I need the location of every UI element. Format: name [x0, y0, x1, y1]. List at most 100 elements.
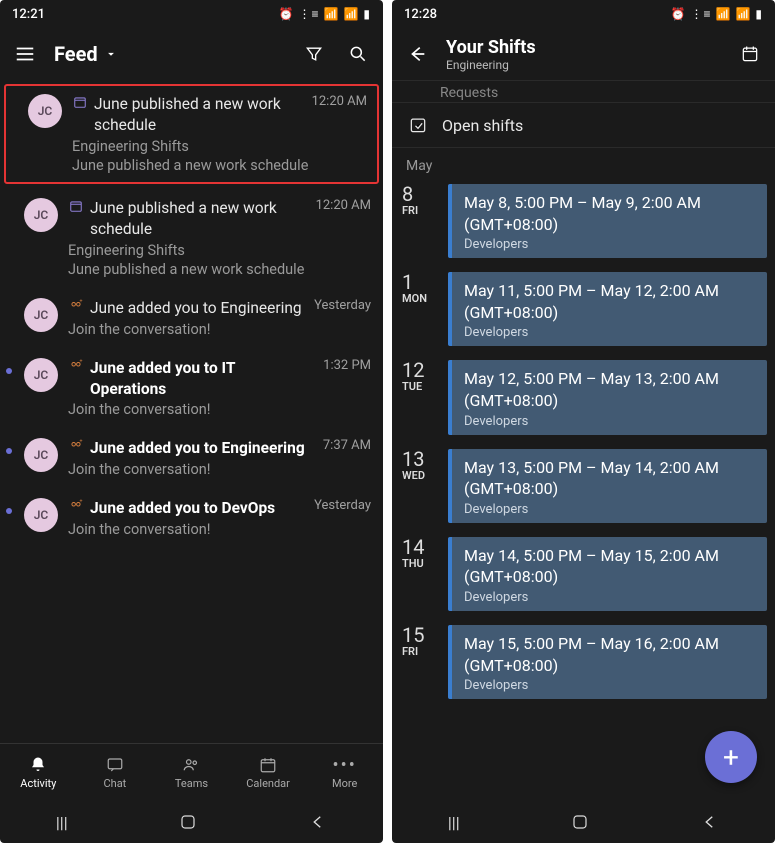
nav-label: Activity [20, 777, 56, 790]
nav-label: Teams [175, 777, 208, 790]
shift-card[interactable]: May 8, 5:00 PM – May 9, 2:00 AM (GMT+08:… [448, 184, 767, 258]
open-shifts-row[interactable]: Open shifts [392, 102, 775, 148]
nav-activity[interactable]: Activity [0, 744, 77, 801]
shift-date: 8FRI [402, 184, 438, 264]
header-title-dropdown[interactable]: Feed [54, 42, 285, 66]
search-button[interactable] [343, 39, 373, 69]
back-button[interactable] [701, 813, 719, 831]
add-shift-fab[interactable]: + [705, 731, 757, 783]
avatar: JC [24, 298, 58, 332]
phone-feed: 12:21 ⏰ ⋮≡ 📶 📶 ▮ Feed J [0, 0, 383, 843]
month-header: May [392, 148, 775, 180]
status-icons: ⏰ ⋮≡ 📶 📶 ▮ [671, 7, 763, 21]
nav-calendar[interactable]: Calendar [230, 744, 307, 801]
home-button[interactable] [179, 813, 197, 831]
feed-time: Yesterday [314, 298, 371, 313]
signal-icon: 📶 [715, 7, 731, 21]
feed-sub: Engineering Shifts [68, 242, 371, 259]
nav-chat[interactable]: Chat [77, 744, 154, 801]
avatar: JC [24, 498, 58, 532]
feed-sub: Join the conversation! [68, 521, 371, 538]
recent-apps-button[interactable]: ||| [448, 813, 460, 832]
shift-row[interactable]: 14THUMay 14, 5:00 PM – May 15, 2:00 AM (… [392, 533, 767, 621]
svg-text:+: + [80, 499, 83, 505]
battery-icon: ▮ [755, 7, 763, 21]
menu-button[interactable] [10, 39, 40, 69]
feed-item[interactable]: JC + June added you to DevOps Yesterday Join… [0, 488, 383, 548]
shift-card[interactable]: May 12, 5:00 PM – May 13, 2:00 AM (GMT+0… [448, 360, 767, 434]
status-bar: 12:28 ⏰ ⋮≡ 📶 📶 ▮ [392, 0, 775, 28]
back-button[interactable] [309, 813, 327, 831]
phone-shifts: 12:28 ⏰ ⋮≡ 📶 📶 ▮ Your Shifts Engineering [392, 0, 775, 843]
shift-group: Developers [464, 414, 755, 429]
feed-title: June added you to Engineering [90, 438, 311, 459]
shift-list[interactable]: 8FRI May 8, 5:00 PM – May 9, 2:00 AM (GMT… [392, 180, 775, 801]
shift-time: May 12, 5:00 PM – May 13, 2:00 AM (GMT+0… [464, 368, 755, 411]
shift-group: Developers [464, 590, 755, 605]
home-button[interactable] [571, 813, 589, 831]
calendar-icon [72, 94, 88, 110]
unread-indicator [6, 358, 14, 419]
app-header: Feed [0, 28, 383, 80]
svg-text:+: + [80, 359, 83, 365]
people-icon: + [68, 498, 84, 514]
feed-item[interactable]: JC+June added you to IT Operations1:32 P… [0, 348, 383, 429]
shift-date: 1MON [402, 272, 438, 352]
shift-group: Developers [464, 678, 755, 693]
nav-teams[interactable]: Teams [153, 744, 230, 801]
shift-card[interactable]: May 13, 5:00 PM – May 14, 2:00 AM (GMT+0… [448, 449, 767, 523]
shift-row[interactable]: 12TUEMay 12, 5:00 PM – May 13, 2:00 AM (… [392, 356, 767, 444]
hamburger-icon [14, 43, 36, 65]
shift-card[interactable]: May 15, 5:00 PM – May 16, 2:00 AM (GMT+0… [448, 625, 767, 699]
shift-row[interactable]: 13WEDMay 13, 5:00 PM – May 14, 2:00 AM (… [392, 445, 767, 533]
shift-group: Developers [464, 237, 755, 252]
signal-icon: 📶 [343, 7, 359, 21]
requests-row[interactable]: Requests [392, 80, 775, 102]
nav-label: More [332, 777, 357, 790]
calendar-icon [740, 44, 760, 64]
feed-sub: June published a new work schedule [72, 157, 367, 174]
nav-more[interactable]: •••More [306, 744, 383, 801]
feed-time: 7:37 AM [323, 438, 371, 453]
feed-list[interactable]: JCJune published a new work schedule12:2… [0, 80, 383, 743]
avatar: JC [24, 358, 58, 392]
feed-item[interactable]: JCJune published a new work schedule12:2… [4, 84, 379, 184]
shift-card[interactable]: May 14, 5:00 PM – May 15, 2:00 AM (GMT+0… [448, 537, 767, 611]
requests-label: Requests [440, 85, 498, 101]
wifi-icon: ⋮≡ [298, 7, 319, 21]
back-button[interactable] [402, 39, 432, 69]
shift-time: May 8, 5:00 PM – May 9, 2:00 AM (GMT+08:… [464, 192, 755, 235]
feed-item[interactable]: JCJune published a new work schedule12:2… [0, 188, 383, 288]
status-icons: ⏰ ⋮≡ 📶 📶 ▮ [279, 7, 371, 21]
recent-apps-button[interactable]: ||| [56, 813, 68, 832]
signal-icon: 📶 [735, 7, 751, 21]
svg-text:+: + [80, 439, 83, 445]
feed-title: June published a new work schedule [94, 94, 300, 136]
calendar-icon [259, 755, 277, 775]
feed-sub: Join the conversation! [68, 401, 371, 418]
unread-indicator [6, 298, 14, 338]
header-title: Your Shifts [446, 37, 721, 58]
shift-group: Developers [464, 502, 755, 517]
search-icon [348, 44, 368, 64]
bell-icon [29, 755, 47, 775]
shift-row[interactable]: 1MON May 11, 5:00 PM – May 12, 2:00 AM (G… [392, 268, 767, 356]
filter-button[interactable] [299, 39, 329, 69]
calendar-today-button[interactable] [735, 39, 765, 69]
feed-sub: June published a new work schedule [68, 261, 371, 278]
app-header: Your Shifts Engineering [392, 28, 775, 80]
android-nav: ||| [0, 801, 383, 843]
feed-time: Yesterday [314, 498, 371, 513]
shift-row[interactable]: 8FRI May 8, 5:00 PM – May 9, 2:00 AM (GMT… [392, 180, 767, 268]
feed-sub: Engineering Shifts [72, 138, 367, 155]
feed-item[interactable]: JC+June added you to Engineering7:37 AMJ… [0, 428, 383, 488]
plus-icon: + [723, 741, 739, 774]
shift-card[interactable]: May 11, 5:00 PM – May 12, 2:00 AM (GMT+0… [448, 272, 767, 346]
nav-label: Chat [103, 777, 126, 790]
shift-row[interactable]: 15FRIMay 15, 5:00 PM – May 16, 2:00 AM (… [392, 621, 767, 709]
signal-icon: 📶 [323, 7, 339, 21]
feed-title: June added you to IT Operations [90, 358, 311, 400]
feed-item[interactable]: JC+June added you to EngineeringYesterda… [0, 288, 383, 348]
calendar-icon [68, 198, 84, 214]
feed-title: June added you to DevOps [90, 498, 302, 519]
